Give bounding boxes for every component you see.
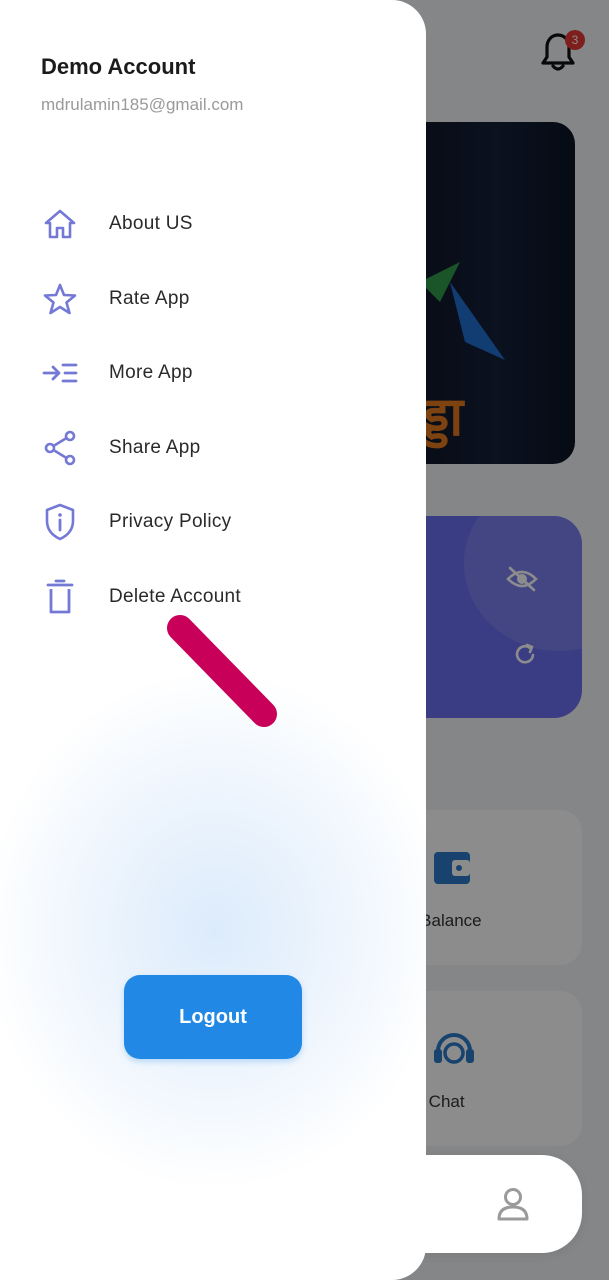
- account-name: Demo Account: [41, 54, 196, 79]
- menu-item-more-app[interactable]: More App: [40, 348, 400, 398]
- trash-icon: [40, 577, 80, 617]
- account-email: mdrulamin185@gmail.com: [41, 95, 244, 114]
- user-icon: [497, 1188, 529, 1221]
- logout-button[interactable]: Logout: [124, 975, 302, 1059]
- annotation-stroke: [167, 615, 277, 727]
- menu-item-label: Delete Account: [109, 586, 242, 607]
- menu-item-label: Rate App: [109, 288, 190, 309]
- menu-item-rate-app[interactable]: Rate App: [40, 274, 400, 324]
- menu-item-label: More App: [109, 362, 193, 383]
- share-icon: [40, 428, 80, 468]
- menu-item-privacy-policy[interactable]: Privacy Policy: [40, 497, 400, 547]
- nav-profile[interactable]: [489, 1180, 537, 1228]
- menu-item-label: About US: [109, 213, 193, 234]
- menu-item-label: Privacy Policy: [109, 511, 232, 532]
- more-app-icon: [40, 353, 80, 393]
- home-outline-icon: [40, 204, 80, 244]
- menu-item-label: Share App: [109, 437, 201, 458]
- shield-info-icon: [40, 502, 80, 542]
- star-icon: [40, 279, 80, 319]
- menu-item-share-app[interactable]: Share App: [40, 423, 400, 473]
- menu-item-about-us[interactable]: About US: [40, 199, 400, 249]
